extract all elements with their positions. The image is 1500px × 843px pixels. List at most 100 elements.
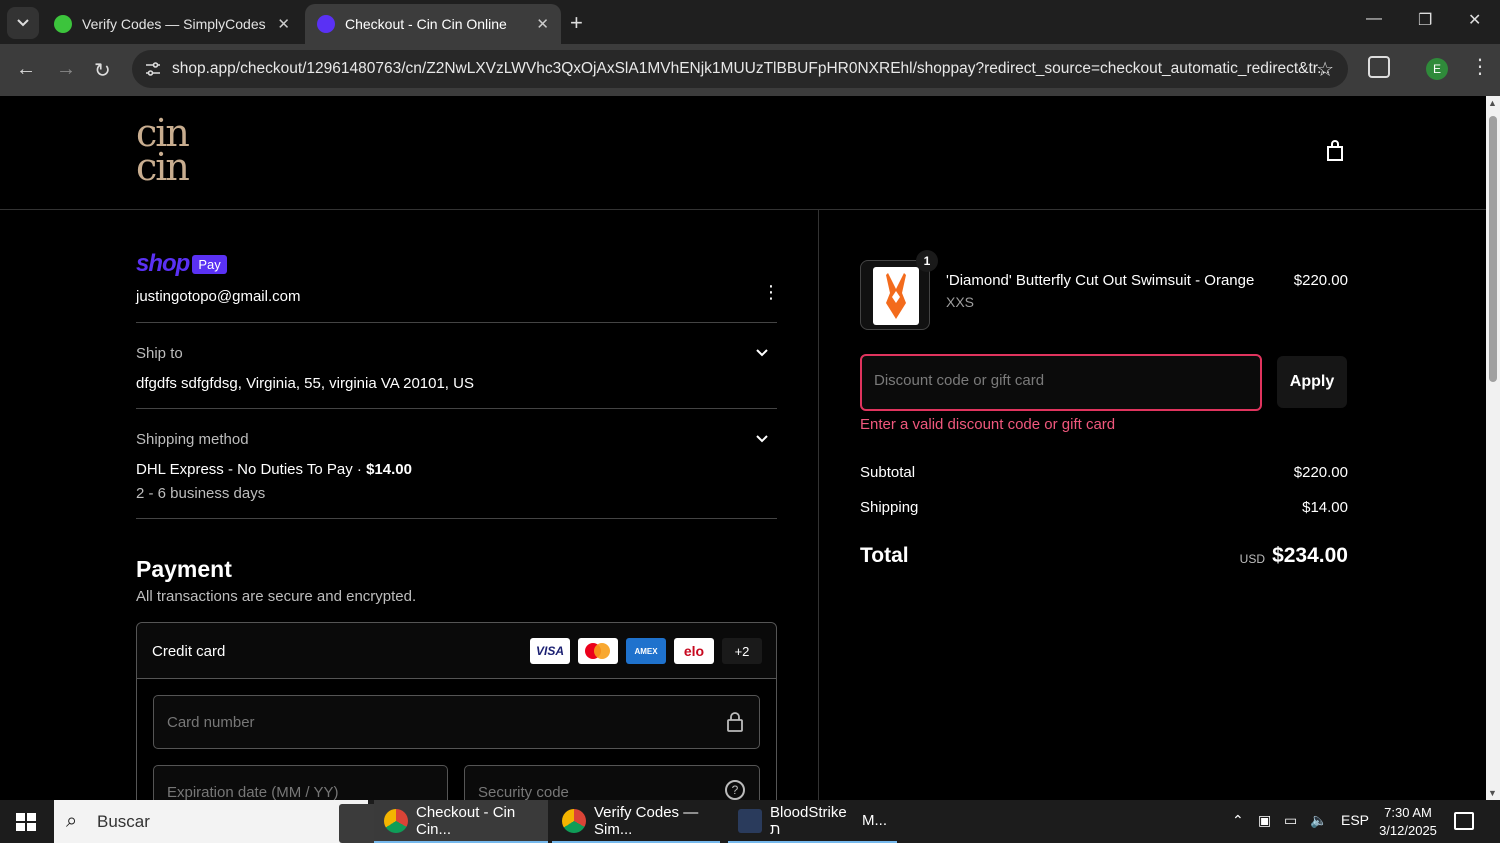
subtotal-row: Subtotal $220.00 xyxy=(860,464,1348,481)
clock-date: 3/12/2025 xyxy=(1379,823,1437,838)
reload-icon[interactable]: ↻ xyxy=(94,58,111,83)
help-icon[interactable]: ? xyxy=(725,780,745,800)
visa-logo-icon: VISA xyxy=(530,638,570,664)
total-currency: USD xyxy=(1239,552,1265,566)
tab-verify-codes[interactable]: Verify Codes — SimplyCodes ✕ xyxy=(42,4,302,44)
notifications-icon[interactable] xyxy=(1454,812,1474,830)
credit-card-label: Credit card xyxy=(152,643,226,660)
browser-tab-bar: Verify Codes — SimplyCodes ✕ Checkout - … xyxy=(0,0,1500,44)
page-scrollbar[interactable]: ▲ ▼ xyxy=(1486,96,1500,800)
task-label: M... xyxy=(862,812,887,829)
shipping-value: $14.00 xyxy=(1302,499,1348,516)
cin-cin-logo[interactable]: cin cin xyxy=(136,114,190,186)
minimize-icon[interactable]: — xyxy=(1366,10,1382,28)
meet-now-icon[interactable]: ▣ xyxy=(1258,812,1271,829)
total-value: $234.00 xyxy=(1272,544,1348,567)
product-thumbnail xyxy=(860,260,930,330)
expiration-date-field[interactable]: Expiration date (MM / YY) xyxy=(153,765,448,800)
close-window-icon[interactable]: ✕ xyxy=(1468,10,1481,30)
expiration-placeholder: Expiration date (MM / YY) xyxy=(167,784,339,800)
shipping-eta: 2 - 6 business days xyxy=(136,485,266,502)
payment-subtitle: All transactions are secure and encrypte… xyxy=(136,588,417,605)
chevron-down-icon xyxy=(17,19,29,27)
taskbar-bloodstrike[interactable]: BloodStrike ת xyxy=(728,800,858,843)
new-tab-icon[interactable]: + xyxy=(570,10,583,36)
tab-search-button[interactable] xyxy=(7,7,39,39)
shop-wordmark: shop xyxy=(136,250,190,277)
browser-menu-icon[interactable]: ⋮ xyxy=(1470,54,1490,79)
close-tab-icon[interactable]: ✕ xyxy=(277,15,290,33)
ship-to-section[interactable]: Ship to dfgdfs sdfgfdsg, Virginia, 55, v… xyxy=(136,322,777,408)
windows-start-icon[interactable] xyxy=(16,813,36,831)
task-label: Checkout - Cin Cin... xyxy=(416,803,516,838)
apply-button[interactable]: Apply xyxy=(1277,356,1347,408)
clock-time: 7:30 AM xyxy=(1384,805,1432,820)
chrome-icon xyxy=(384,808,408,833)
taskbar-chrome-checkout[interactable]: Checkout - Cin Cin... xyxy=(374,800,548,843)
ship-to-address: dfgdfs sdfgfdsg, Virginia, 55, virginia … xyxy=(136,375,474,392)
tray-chevron-up-icon[interactable]: ⌃ xyxy=(1232,812,1244,829)
shipping-method-name: DHL Express - No Duties To Pay · xyxy=(136,461,367,478)
back-icon[interactable]: ← xyxy=(16,58,36,81)
shipping-label: Shipping xyxy=(860,499,919,516)
account-menu-icon[interactable]: ⋮ xyxy=(762,282,780,303)
volume-icon[interactable]: 🔈 xyxy=(1310,812,1327,829)
browser-toolbar: ← → ↻ shop.app/checkout/12961480763/cn/Z… xyxy=(0,44,1500,96)
scrollbar-thumb[interactable] xyxy=(1489,116,1497,382)
bookmark-star-icon[interactable]: ☆ xyxy=(1316,57,1334,82)
url-text: shop.app/checkout/12961480763/cn/Z2NwLXV… xyxy=(172,60,1331,77)
checkout-page: cin cin shop Pay justingotopo@gmail.com ⋮… xyxy=(0,96,1486,800)
profile-avatar[interactable]: E xyxy=(1426,58,1448,80)
search-icon: ⌕ xyxy=(66,810,78,832)
shipping-method-value: DHL Express - No Duties To Pay · $14.00 xyxy=(136,461,412,478)
simplycodes-favicon-icon xyxy=(54,15,72,33)
column-divider xyxy=(818,210,819,800)
taskbar-extra[interactable]: M... xyxy=(852,800,897,843)
subtotal-label: Subtotal xyxy=(860,464,916,481)
shipping-method-section[interactable]: Shipping method DHL Express - No Duties … xyxy=(136,408,777,518)
address-bar[interactable]: shop.app/checkout/12961480763/cn/Z2NwLXV… xyxy=(132,50,1348,88)
credit-card-option[interactable]: Credit card VISA AMEX elo +2 xyxy=(137,623,776,679)
scroll-up-arrow-icon[interactable]: ▲ xyxy=(1488,98,1497,108)
taskbar-search-box[interactable]: ⌕ Buscar xyxy=(54,800,401,843)
card-number-placeholder: Card number xyxy=(167,714,255,731)
shopping-bag-icon[interactable] xyxy=(1325,140,1345,162)
site-info-icon[interactable] xyxy=(144,60,162,78)
security-code-placeholder: Security code xyxy=(478,784,569,800)
product-variant: XXS xyxy=(946,294,975,310)
shop-pay-logo: shop Pay xyxy=(136,250,227,278)
elo-logo-icon: elo xyxy=(674,638,714,664)
close-tab-icon[interactable]: ✕ xyxy=(536,15,549,33)
swimsuit-image xyxy=(873,267,919,325)
search-placeholder: Buscar xyxy=(97,812,150,831)
language-indicator[interactable]: ESP xyxy=(1341,812,1369,828)
ship-to-label: Ship to xyxy=(136,345,183,362)
account-email: justingotopo@gmail.com xyxy=(136,288,301,305)
subtotal-value: $220.00 xyxy=(1293,464,1348,481)
task-label: Verify Codes — Sim... xyxy=(594,803,699,838)
shipping-row: Shipping $14.00 xyxy=(860,499,1348,516)
discount-error-message: Enter a valid discount code or gift card xyxy=(860,416,1116,433)
discount-field[interactable] xyxy=(860,354,1262,411)
store-header: cin cin xyxy=(0,96,1486,210)
security-code-field[interactable]: Security code ? xyxy=(464,765,760,800)
payment-box: Credit card VISA AMEX elo +2 Card number… xyxy=(136,622,777,800)
chrome-icon xyxy=(562,808,586,833)
pay-badge: Pay xyxy=(192,254,227,274)
shop-favicon-icon xyxy=(317,15,335,33)
restore-icon[interactable]: ❐ xyxy=(1418,10,1432,30)
mastercard-logo-icon xyxy=(578,638,618,664)
forward-icon[interactable]: → xyxy=(56,58,76,81)
discount-input[interactable] xyxy=(874,372,1244,389)
taskbar-clock[interactable]: 7:30 AM 3/12/2025 xyxy=(1372,804,1444,840)
taskbar-chrome-verify[interactable]: Verify Codes — Sim... xyxy=(552,800,720,843)
card-number-field[interactable]: Card number xyxy=(153,695,760,749)
tab-checkout[interactable]: Checkout - Cin Cin Online ✕ xyxy=(305,4,561,44)
task-label: BloodStrike ת xyxy=(770,803,847,838)
chevron-down-icon[interactable] xyxy=(756,347,768,359)
chevron-down-icon[interactable] xyxy=(756,433,768,445)
extensions-icon[interactable] xyxy=(1368,56,1390,78)
network-icon[interactable]: ▭ xyxy=(1284,812,1297,829)
scroll-down-arrow-icon[interactable]: ▼ xyxy=(1488,788,1497,798)
card-brands: VISA AMEX elo +2 xyxy=(530,638,762,664)
